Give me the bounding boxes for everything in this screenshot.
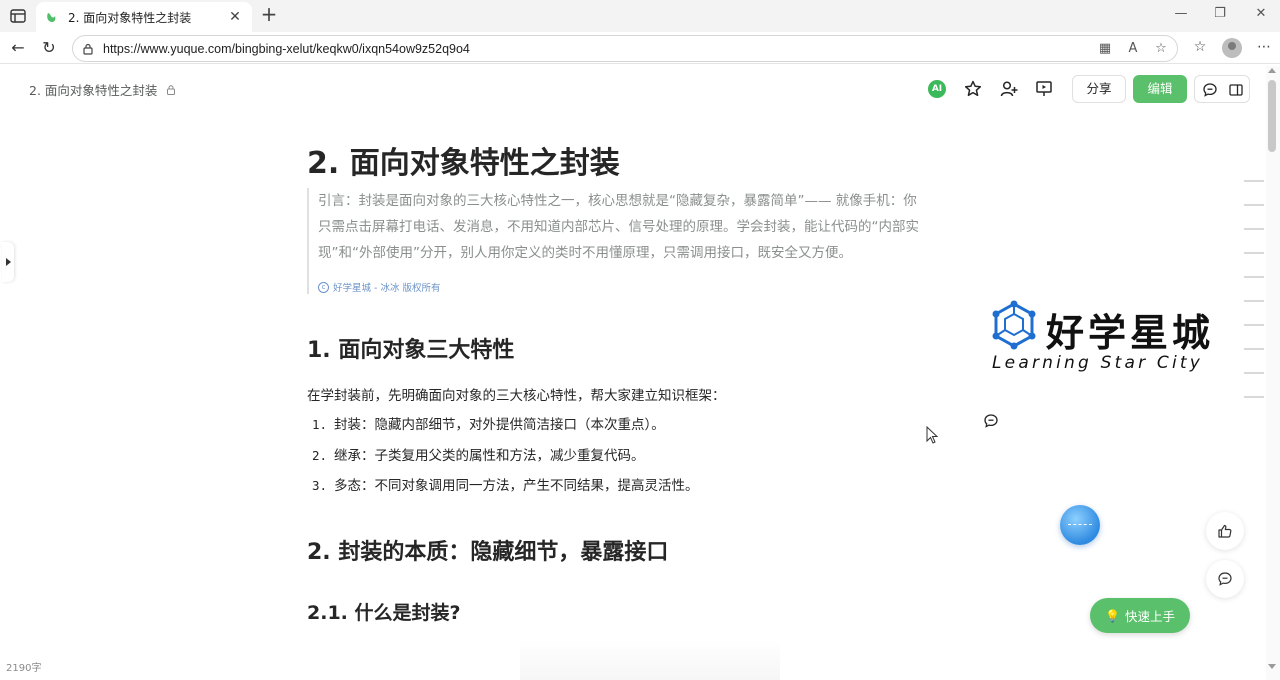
intro-paragraph: 在学封装前，先明确面向对象的三大核心特性，帮大家建立知识框架：: [307, 388, 726, 404]
lock-icon: [83, 43, 93, 55]
list-text: 封装：隐藏内部细节，对外提供简洁接口（本次重点）。: [334, 417, 665, 433]
list-number: 3.: [312, 478, 328, 493]
quote-line: 只需点击屏幕打电话、发消息，不用知道内部芯片、信号处理的原理。学会封装，能让代码…: [318, 219, 919, 235]
more-menu-icon[interactable]: ⋯: [1254, 39, 1274, 59]
edit-button[interactable]: 编辑: [1133, 75, 1187, 103]
brand-logo: 好学星城 Learning Star City: [988, 298, 1238, 378]
new-tab-icon[interactable]: +: [258, 4, 280, 26]
close-tab-icon[interactable]: ✕: [226, 9, 244, 25]
address-toolbar: ← ↻ https://www.yuque.com/bingbing-xelut…: [0, 32, 1280, 64]
url-text: https://www.yuque.com/bingbing-xelut/keq…: [103, 41, 470, 56]
word-count: 2190字: [6, 663, 42, 674]
tab-title: 2. 面向对象特性之封装: [68, 10, 192, 25]
close-window-icon[interactable]: ✕: [1250, 6, 1272, 26]
read-aloud-icon[interactable]: A: [1124, 41, 1142, 59]
scroll-up-arrow-icon[interactable]: [1268, 68, 1276, 73]
list-item: 3. 多态：不同对象调用同一方法，产生不同结果，提高灵活性。: [312, 471, 699, 502]
scroll-down-arrow-icon[interactable]: [1268, 664, 1276, 669]
scrollbar-thumb[interactable]: [1268, 80, 1276, 152]
quote-line: 现”和“外部使用”分开，别人用你定义的类时不用懂原理，只需调用接口，既安全又方便…: [318, 245, 852, 261]
copyright-icon: c: [318, 281, 329, 293]
breadcrumb-title: 2. 面向对象特性之封装: [29, 83, 158, 98]
bottom-fade: [520, 640, 780, 680]
star-icon[interactable]: [963, 79, 983, 99]
thumbs-up-icon: [1218, 524, 1232, 538]
section-heading: 1. 面向对象三大特性: [307, 338, 515, 363]
section-heading: 2. 封装的本质：隐藏细节，暴露接口: [307, 540, 669, 565]
sidebar-expand-toggle[interactable]: [2, 242, 14, 282]
breadcrumb: 2. 面向对象特性之封装: [29, 80, 177, 99]
quote-source: c 好学星城 - 冰冰 版权所有: [318, 280, 967, 294]
browser-tab-strip: 2. 面向对象特性之封装 ✕ + — ❐ ✕: [0, 0, 1280, 32]
logo-english-text: Learning Star City: [992, 353, 1203, 373]
features-list: 1. 封装：隐藏内部细节，对外提供简洁接口（本次重点）。 2. 继承：子类复用父类的…: [312, 410, 699, 502]
address-bar[interactable]: https://www.yuque.com/bingbing-xelut/keq…: [72, 35, 1178, 62]
favorites-icon[interactable]: ☆: [1190, 39, 1210, 59]
intro-quote: 引言：封装是面向对象的三大核心特性之一，核心思想就是“隐藏复杂，暴露简单”—— …: [307, 188, 967, 294]
like-button[interactable]: [1206, 512, 1244, 550]
list-number: 1.: [312, 417, 328, 432]
list-item: 1. 封装：隐藏内部细节，对外提供简洁接口（本次重点）。: [312, 410, 699, 441]
comment-button[interactable]: [1206, 560, 1244, 598]
ai-assistant-button[interactable]: AI: [928, 80, 946, 98]
minimize-icon[interactable]: —: [1170, 6, 1192, 26]
profile-avatar[interactable]: [1222, 38, 1242, 58]
quick-start-label: 快速上手: [1124, 609, 1175, 624]
hexagon-logo-icon: [992, 300, 1036, 350]
outline-minimap[interactable]: [1244, 180, 1264, 420]
yuque-favicon-icon: [47, 13, 56, 22]
share-button[interactable]: 分享: [1072, 75, 1126, 103]
tab-actions-icon[interactable]: [8, 6, 28, 26]
quick-start-button[interactable]: 💡 快速上手: [1090, 598, 1190, 633]
refresh-icon[interactable]: ↻: [39, 38, 59, 58]
comment-icon: [1218, 572, 1232, 586]
list-item: 2. 继承：子类复用父类的属性和方法，减少重复代码。: [312, 441, 699, 472]
header-tool-group: [1194, 75, 1250, 103]
assistant-orb-button[interactable]: [1060, 505, 1100, 545]
restore-icon[interactable]: ❐: [1209, 6, 1231, 26]
quote-source-text: 好学星城 - 冰冰 版权所有: [333, 283, 441, 294]
comments-icon[interactable]: [1202, 82, 1218, 98]
list-number: 2.: [312, 447, 328, 463]
lightbulb-icon: 💡: [1105, 608, 1120, 623]
list-text: 继承：子类复用父类的属性和方法，减少重复代码。: [334, 447, 645, 464]
quote-line: 引言：封装是面向对象的三大核心特性之一，核心思想就是“隐藏复杂，暴露简单”—— …: [318, 193, 917, 209]
subsection-heading: 2.1. 什么是封装?: [307, 602, 461, 624]
favorite-star-icon[interactable]: ☆: [1152, 41, 1170, 59]
scrollbar-track[interactable]: [1266, 66, 1280, 680]
add-collaborator-icon[interactable]: [999, 79, 1019, 99]
mouse-cursor-icon: [926, 426, 939, 444]
private-lock-icon: [167, 84, 176, 95]
list-text: 多态：不同对象调用同一方法，产生不同结果，提高灵活性。: [334, 478, 699, 494]
browser-tab[interactable]: 2. 面向对象特性之封装 ✕: [36, 2, 252, 32]
back-icon[interactable]: ←: [8, 38, 28, 58]
doc-header: 2. 面向对象特性之封装 AI 分享 编辑: [0, 65, 1266, 113]
apps-icon[interactable]: ▦: [1096, 41, 1114, 59]
inline-comment-icon[interactable]: [983, 413, 999, 429]
side-panel-icon[interactable]: [1228, 82, 1244, 98]
logo-chinese-text: 好学星城: [1046, 311, 1215, 355]
doc-title: 2. 面向对象特性之封装: [307, 146, 620, 181]
present-icon[interactable]: [1034, 79, 1054, 99]
